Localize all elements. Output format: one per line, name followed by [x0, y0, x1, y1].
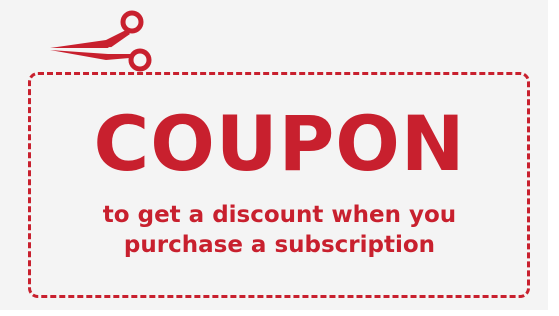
coupon-title: COUPON [93, 99, 466, 188]
scissors-icon [50, 10, 152, 72]
coupon-subtitle-line-1: to get a discount when you [102, 202, 457, 228]
coupon-subtitle: to get a discount when you purchase a su… [0, 200, 559, 260]
coupon-subtitle-line-2: purchase a subscription [123, 232, 436, 258]
